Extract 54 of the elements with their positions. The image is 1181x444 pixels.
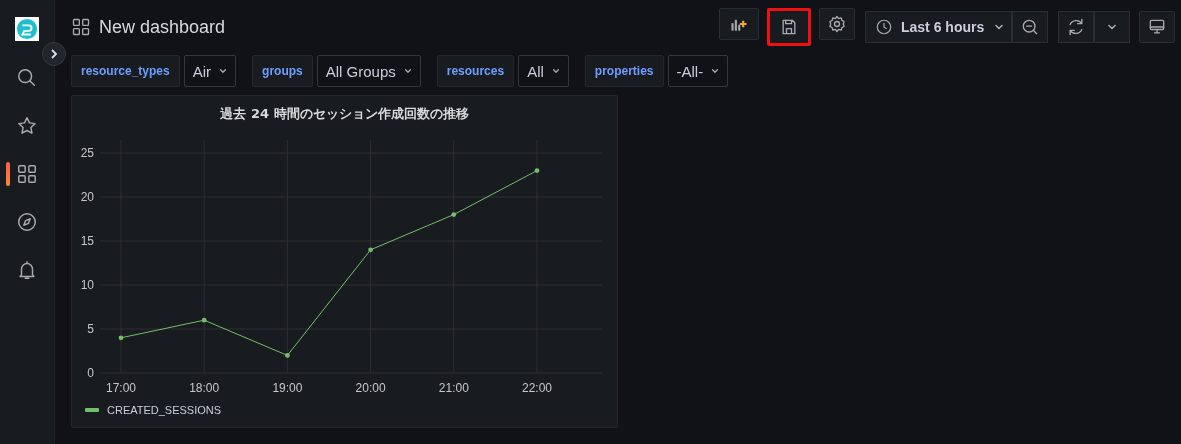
x-tick-label: 18:00 xyxy=(189,381,220,395)
y-tick-label: 0 xyxy=(87,366,94,380)
grid-icon xyxy=(16,163,38,185)
search-icon xyxy=(16,67,38,89)
compass-icon xyxy=(16,211,38,233)
variable-label: resources xyxy=(436,55,515,87)
bell-icon xyxy=(16,259,38,281)
refresh-button[interactable] xyxy=(1058,11,1094,43)
x-tick-label: 17:00 xyxy=(106,381,136,395)
zoom-out-icon xyxy=(1020,17,1040,37)
variable-label: groups xyxy=(252,55,313,87)
variable-dropdown[interactable]: -All- xyxy=(667,55,729,87)
caret-icon xyxy=(711,67,720,75)
variable-dropdown[interactable]: All Groups xyxy=(316,55,421,87)
data-point xyxy=(534,168,540,173)
add-panel-button[interactable] xyxy=(719,8,759,40)
y-tick-label: 20 xyxy=(80,190,94,204)
grid-icon xyxy=(71,17,91,37)
variable-dropdown[interactable]: Air xyxy=(183,55,237,87)
caret-icon xyxy=(994,22,1004,32)
y-tick-label: 15 xyxy=(80,234,94,248)
caret-icon xyxy=(403,67,412,75)
caret-icon xyxy=(551,67,560,75)
clock-icon xyxy=(875,18,893,36)
x-tick-label: 21:00 xyxy=(438,381,469,395)
y-tick-label: 10 xyxy=(80,278,94,292)
data-point xyxy=(118,335,124,341)
monitor-icon xyxy=(1147,17,1167,37)
star-icon xyxy=(16,115,38,137)
x-tick-label: 22:00 xyxy=(522,381,552,395)
variable-label: resource_types xyxy=(71,55,180,87)
tv-mode-button[interactable] xyxy=(1139,11,1175,43)
data-point xyxy=(285,353,290,358)
caret-icon xyxy=(1107,22,1117,32)
time-picker[interactable]: Last 6 hours xyxy=(865,11,1012,43)
variable-label: properties xyxy=(584,55,664,87)
caret-icon xyxy=(219,67,228,75)
zoom-out-button[interactable] xyxy=(1012,11,1048,43)
legend-label[interactable]: CREATED_SESSIONS xyxy=(107,404,222,416)
settings-button[interactable] xyxy=(819,8,855,40)
panel-title: 過去 24 時間のセッション作成回数の推移 xyxy=(219,105,470,123)
dashboard-title: New dashboard xyxy=(99,16,226,38)
data-point xyxy=(368,247,373,253)
data-point xyxy=(451,212,457,217)
y-tick-label: 5 xyxy=(87,322,94,336)
data-point xyxy=(201,317,207,323)
chevron-right-icon xyxy=(49,49,59,59)
x-tick-label: 20:00 xyxy=(355,381,386,395)
expand-toggle[interactable] xyxy=(42,42,66,66)
variable-dropdown[interactable]: All xyxy=(518,55,569,87)
settings-icon xyxy=(827,14,847,34)
x-tick-label: 19:00 xyxy=(272,381,303,395)
save-button[interactable] xyxy=(767,8,811,46)
y-tick-label: 25 xyxy=(80,146,94,160)
